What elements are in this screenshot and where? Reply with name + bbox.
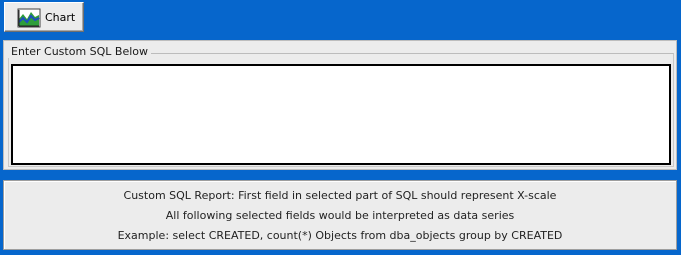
- chart-button-label: Chart: [45, 11, 76, 24]
- sql-panel: Enter Custom SQL Below: [3, 40, 677, 170]
- info-text-line-3: Example: select CREATED, count(*) Object…: [117, 229, 563, 242]
- app-window: Chart Enter Custom SQL Below Custom SQL …: [0, 0, 681, 255]
- sql-input[interactable]: [11, 64, 671, 165]
- sql-fieldset-legend: Enter Custom SQL Below: [8, 45, 152, 58]
- chart-button[interactable]: Chart: [4, 2, 84, 32]
- sql-fieldset: [8, 53, 674, 167]
- info-text-line-2: All following selected fields would be i…: [165, 209, 515, 222]
- info-text-line-1: Custom SQL Report: First field in select…: [123, 189, 557, 202]
- info-panel: Custom SQL Report: First field in select…: [3, 180, 677, 250]
- chart-icon: [17, 8, 41, 28]
